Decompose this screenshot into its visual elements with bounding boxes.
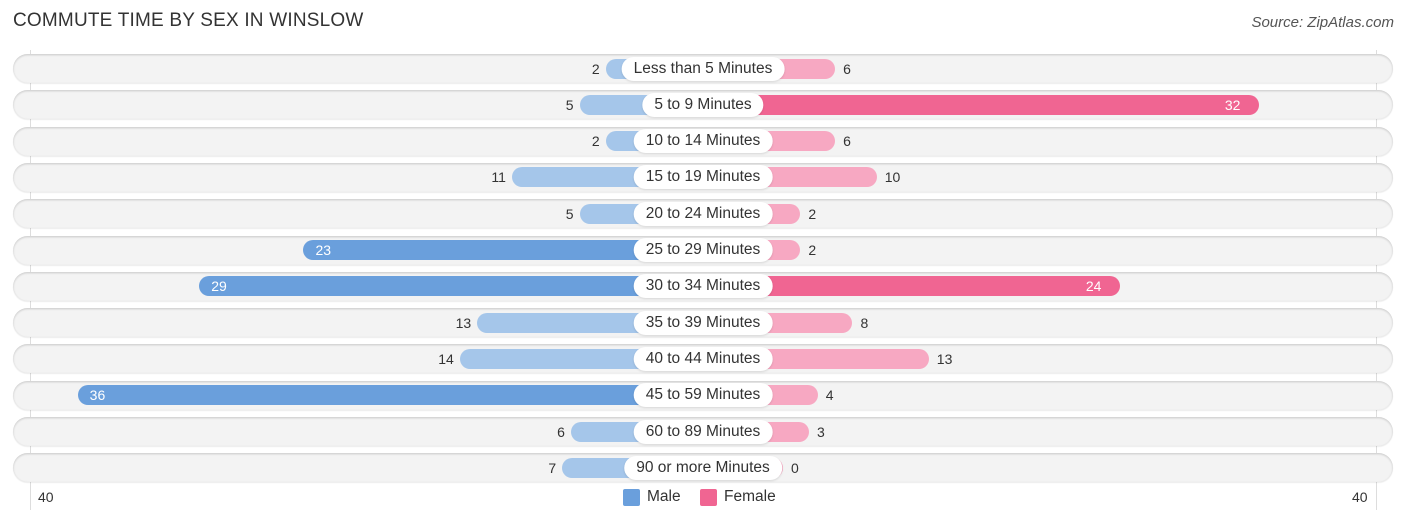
value-label-male: 7 bbox=[548, 459, 557, 476]
value-label-female: 13 bbox=[936, 350, 953, 367]
value-label-male: 5 bbox=[565, 205, 574, 222]
value-label-male: 36 bbox=[89, 387, 106, 404]
value-label-female: 3 bbox=[817, 423, 825, 440]
chart-root: COMMUTE TIME BY SEX IN WINSLOW Source: Z… bbox=[0, 0, 1406, 522]
category-label: 30 to 34 Minutes bbox=[633, 274, 773, 299]
category-label: 45 to 59 Minutes bbox=[633, 383, 773, 408]
legend-item-female: Female bbox=[700, 488, 776, 506]
axis-tick-left: 40 bbox=[38, 489, 54, 505]
value-label-male: 2 bbox=[591, 133, 600, 150]
legend-swatch-female bbox=[700, 488, 717, 506]
source-label: Source: ZipAtlas.com bbox=[1251, 14, 1394, 31]
value-label-male: 14 bbox=[438, 350, 454, 367]
category-label: 40 to 44 Minutes bbox=[633, 346, 773, 371]
value-label-male: 11 bbox=[491, 169, 506, 186]
category-label: Less than 5 Minutes bbox=[621, 56, 785, 81]
value-label-female: 2 bbox=[808, 242, 817, 258]
value-label-female: 6 bbox=[843, 60, 851, 77]
category-label: 5 to 9 Minutes bbox=[642, 92, 764, 117]
category-label: 10 to 14 Minutes bbox=[633, 129, 773, 154]
bar-female bbox=[703, 94, 1259, 115]
category-label: 20 to 24 Minutes bbox=[633, 201, 773, 226]
value-label-female: 24 bbox=[1085, 278, 1102, 295]
legend-item-male: Male bbox=[623, 488, 681, 506]
bar-male bbox=[199, 276, 703, 297]
category-label: 35 to 39 Minutes bbox=[633, 310, 773, 335]
value-label-male: 5 bbox=[565, 96, 574, 113]
chart-title: COMMUTE TIME BY SEX IN WINSLOW bbox=[13, 10, 364, 31]
axis-tick-right: 40 bbox=[1352, 489, 1368, 505]
value-label-female: 4 bbox=[825, 387, 834, 404]
value-label-female: 32 bbox=[1224, 96, 1241, 113]
bar-male bbox=[77, 385, 703, 406]
legend-label-male: Male bbox=[647, 488, 681, 505]
value-label-male: 29 bbox=[211, 278, 227, 295]
legend-swatch-male bbox=[623, 488, 640, 506]
value-label-male: 13 bbox=[455, 314, 472, 331]
value-label-female: 8 bbox=[860, 314, 869, 331]
category-label: 15 to 19 Minutes bbox=[633, 165, 773, 190]
category-label: 90 or more Minutes bbox=[624, 455, 782, 480]
value-label-female: 0 bbox=[791, 459, 799, 476]
value-label-male: 23 bbox=[315, 242, 332, 258]
value-label-female: 6 bbox=[843, 133, 851, 150]
category-label: 25 to 29 Minutes bbox=[633, 238, 773, 262]
value-label-male: 2 bbox=[591, 60, 600, 77]
value-label-female: 2 bbox=[808, 205, 817, 222]
value-label-female: 10 bbox=[884, 169, 901, 186]
value-label-male: 6 bbox=[557, 423, 565, 440]
category-label: 60 to 89 Minutes bbox=[633, 419, 773, 444]
legend-label-female: Female bbox=[724, 488, 776, 505]
